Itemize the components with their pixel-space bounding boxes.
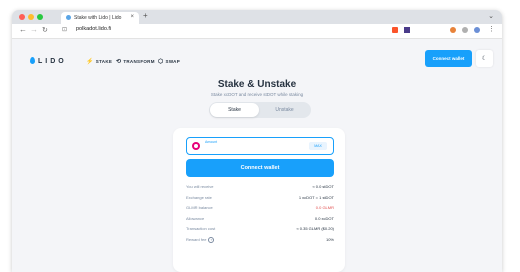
menu-icon[interactable]: ⋮ xyxy=(488,25,495,33)
details-list: You will receive ≈ 0.0 stDOT Exchange rat… xyxy=(186,184,334,248)
detail-value: 0.0 GLMR xyxy=(315,205,334,211)
amount-label: Amount xyxy=(205,140,218,144)
detail-label: Reward fee xyxy=(186,236,207,242)
maximize-window-dot[interactable] xyxy=(37,14,43,20)
detail-row: Transaction cost ≈ 0.35 GLMR ($0.20) xyxy=(186,226,334,237)
nav-swap[interactable]: ⬡ SWAP xyxy=(158,58,180,65)
detail-row: Reward fee? 10% xyxy=(186,236,334,248)
reload-icon[interactable]: ↻ xyxy=(42,26,48,34)
browser-toolbar: ← → ↻ ⊡ polkadot.lido.fi ⋮ xyxy=(12,24,502,39)
info-icon[interactable]: ? xyxy=(208,236,215,243)
detail-row: Exchange rate 1 xcDOT = 1 stDOT xyxy=(186,195,334,206)
stake-icon: ⚡ xyxy=(86,59,94,65)
lido-favicon-icon xyxy=(66,15,71,20)
tab-bar: Stake with Lido | Lido × + ⌄ xyxy=(12,10,502,24)
close-window-dot[interactable] xyxy=(19,14,25,20)
connect-wallet-header-button[interactable]: Connect wallet xyxy=(425,50,472,67)
new-tab-icon[interactable]: + xyxy=(143,11,148,20)
detail-row: You will receive ≈ 0.0 stDOT xyxy=(186,184,334,195)
amount-field[interactable]: Amount MAX xyxy=(186,137,334,155)
profile-icon[interactable] xyxy=(474,27,480,33)
detail-value: 1 xcDOT = 1 stDOT xyxy=(298,194,334,200)
tab-list-chevron-icon[interactable]: ⌄ xyxy=(488,12,494,20)
detail-value: ≈ 0.0 stDOT xyxy=(312,184,334,189)
browser-window: Stake with Lido | Lido × + ⌄ ← → ↻ ⊡ pol… xyxy=(12,10,502,272)
polkadot-token-icon xyxy=(192,142,200,150)
nav-swap-label: SWAP xyxy=(165,59,180,64)
brave-rewards-icon[interactable] xyxy=(404,27,410,33)
logo-text: LIDO xyxy=(38,58,67,65)
detail-value: 0.0 xcDOT xyxy=(314,215,334,221)
page: LIDO ⚡ STAKE ⟲ TRANSFORM ⬡ SWAP Connect wal… xyxy=(12,39,502,272)
nav-transform-label: TRANSFORM xyxy=(123,59,155,64)
back-icon[interactable]: ← xyxy=(19,25,27,34)
nav-stake[interactable]: ⚡ STAKE xyxy=(86,58,112,65)
stake-unstake-switch: Stake Unstake xyxy=(209,102,311,118)
tab-title: Stake with Lido | Lido xyxy=(74,15,122,21)
extension-icon[interactable] xyxy=(450,27,456,33)
tab-stake[interactable]: Stake xyxy=(210,103,259,117)
tab-unstake[interactable]: Unstake xyxy=(259,103,310,117)
page-title: Stake & Unstake xyxy=(217,79,297,90)
max-button[interactable]: MAX xyxy=(309,142,327,150)
detail-label: You will receive xyxy=(186,184,214,189)
browser-tab[interactable]: Stake with Lido | Lido × xyxy=(61,12,139,24)
detail-value: 10% xyxy=(325,236,334,242)
amount-input[interactable] xyxy=(205,145,285,152)
transform-icon: ⟲ xyxy=(116,59,122,65)
lido-logo[interactable]: LIDO xyxy=(30,57,67,65)
page-subtitle: Stake xcDOT and receive stDOT while stak… xyxy=(210,92,304,97)
minimize-window-dot[interactable] xyxy=(28,14,34,20)
address-bar[interactable]: polkadot.lido.fi xyxy=(76,26,111,32)
theme-toggle[interactable]: ☾ xyxy=(476,50,493,67)
nav-transform[interactable]: ⟲ TRANSFORM xyxy=(116,58,155,65)
detail-row: Allowance 0.0 xcDOT xyxy=(186,216,334,227)
detail-label: Allowance xyxy=(186,215,205,221)
forward-icon[interactable]: → xyxy=(30,25,38,34)
puzzle-icon[interactable] xyxy=(462,27,468,33)
connect-wallet-button[interactable]: Connect wallet xyxy=(186,159,334,177)
swap-icon: ⬡ xyxy=(158,59,164,65)
detail-row: GLMR balance 0.0 GLMR xyxy=(186,205,334,216)
detail-value: ≈ 0.35 GLMR ($0.20) xyxy=(296,226,334,232)
detail-label: GLMR balance xyxy=(186,205,213,211)
lido-drop-icon xyxy=(30,57,35,64)
detail-label: Transaction cost xyxy=(186,226,216,232)
detail-label: Exchange rate xyxy=(186,194,212,200)
moon-icon: ☾ xyxy=(481,56,488,62)
close-tab-icon[interactable]: × xyxy=(130,14,134,20)
nav-stake-label: STAKE xyxy=(95,59,113,64)
stake-card: Amount MAX Connect wallet You will recei… xyxy=(173,128,345,272)
brave-shield-icon[interactable] xyxy=(392,27,398,33)
bookmark-icon[interactable]: ⊡ xyxy=(62,26,67,33)
